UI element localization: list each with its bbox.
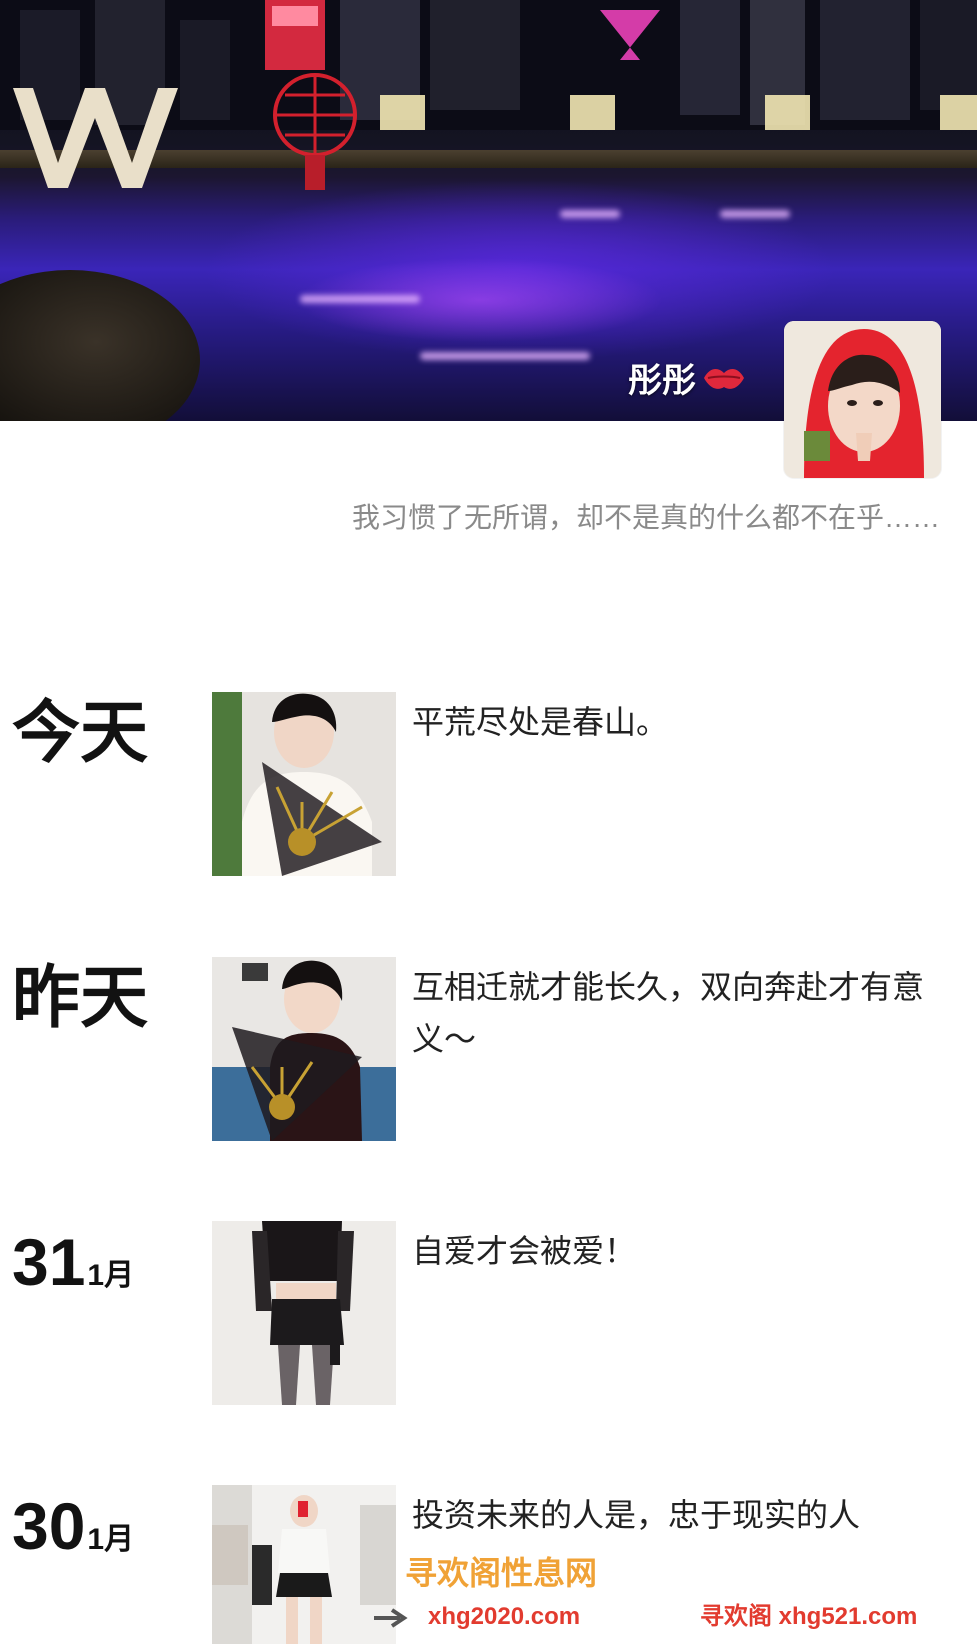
post-thumbnail[interactable] [212, 1485, 396, 1644]
red-sphere-sculpture [273, 73, 357, 190]
profile-signature: 我习惯了无所谓，却不是真的什么都不在乎…… [351, 502, 940, 533]
post-date: 311月 [12, 1221, 134, 1317]
photo-girl-lace-fan [212, 692, 396, 876]
post-thumbnail[interactable] [212, 957, 396, 1141]
watermark-url-secondary: 寻欢阁 xhg521.com [700, 1603, 918, 1630]
profile-name[interactable]: 彤彤 [628, 353, 778, 402]
post-thumbnail[interactable] [212, 1221, 396, 1405]
post-thumbnail[interactable] [212, 692, 396, 876]
photo-girl-mirror-selfie [212, 1485, 396, 1644]
post-date: 301月 [12, 1485, 134, 1581]
photo-girl-black-outfit [212, 1221, 396, 1405]
watermark-site-name: 寻欢阁性息网 [405, 1555, 598, 1591]
profile-name-text: 彤彤 [628, 362, 696, 400]
kiss-lips-icon [704, 368, 744, 389]
post-date-day: 30 [12, 1489, 86, 1563]
w-hotel-logo [13, 88, 178, 188]
post-date-label: 昨天 [12, 960, 149, 1036]
post-date-day: 31 [12, 1225, 86, 1299]
avatar[interactable] [784, 321, 941, 478]
post-date-label: 今天 [12, 695, 149, 771]
post-date-month: 1月 [87, 1259, 135, 1292]
photo-girl-dark-dress-fan [212, 957, 396, 1141]
post-text: 互相迁就才能长久，双向奔赴才有意义～ [412, 969, 925, 1057]
avatar-image [784, 321, 941, 478]
pool-edge [0, 270, 200, 421]
arrow-right-icon [374, 1608, 408, 1628]
post-text: 投资未来的人是，忠于现实的人 [412, 1497, 861, 1533]
post-text: 平荒尽处是春山。 [412, 704, 669, 740]
watermark-url-primary: xhg2020.com [428, 1603, 581, 1630]
post-date-month: 1月 [87, 1523, 135, 1556]
post-text: 自爱才会被爱！ [412, 1233, 637, 1269]
